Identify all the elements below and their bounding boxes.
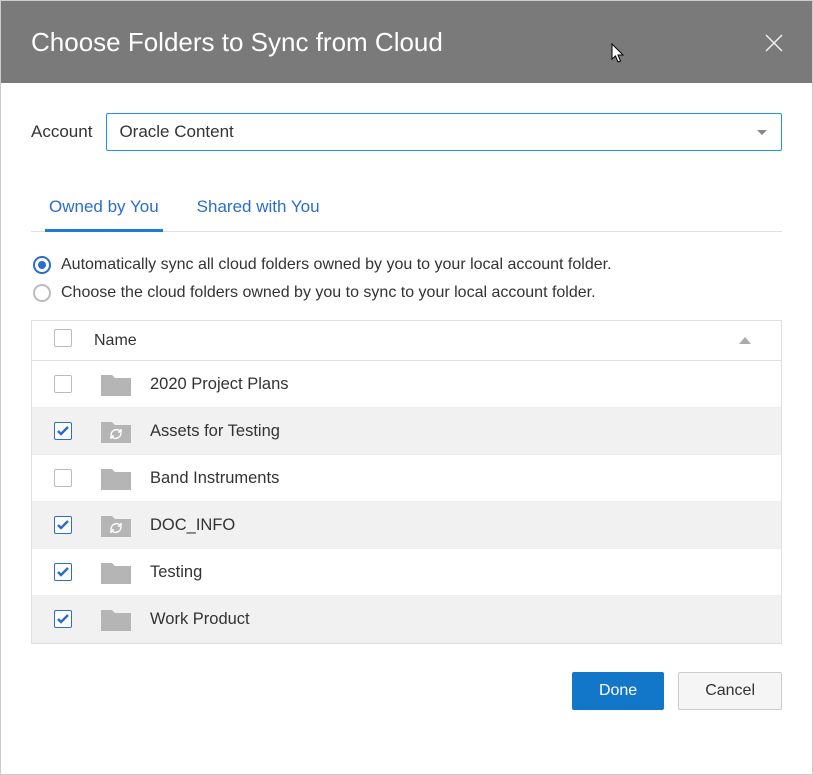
dialog-buttons: Done Cancel bbox=[31, 672, 782, 710]
sync-option-0[interactable]: Automatically sync all cloud folders own… bbox=[33, 256, 782, 274]
radio-label: Automatically sync all cloud folders own… bbox=[61, 256, 612, 274]
table-row[interactable]: Work Product bbox=[32, 596, 781, 643]
account-select-value: Oracle Content bbox=[119, 122, 233, 141]
folder-name: Assets for Testing bbox=[150, 422, 759, 441]
close-icon bbox=[764, 33, 784, 53]
account-row: Account Oracle Content bbox=[31, 113, 782, 151]
sync-folder-icon bbox=[100, 418, 132, 444]
table-row[interactable]: Assets for Testing bbox=[32, 408, 781, 455]
titlebar: Choose Folders to Sync from Cloud bbox=[1, 1, 812, 83]
folder-icon bbox=[100, 465, 132, 491]
cursor-icon bbox=[611, 43, 627, 65]
table-row[interactable]: Band Instruments bbox=[32, 455, 781, 502]
radio-icon bbox=[33, 284, 51, 302]
folder-name: Testing bbox=[150, 563, 759, 582]
row-checkbox[interactable] bbox=[54, 422, 72, 440]
table-row[interactable]: DOC_INFO bbox=[32, 502, 781, 549]
sync-option-1[interactable]: Choose the cloud folders owned by you to… bbox=[33, 284, 782, 302]
cancel-button[interactable]: Cancel bbox=[678, 672, 782, 710]
table-header: Name bbox=[32, 321, 781, 361]
row-checkbox[interactable] bbox=[54, 610, 72, 628]
row-checkbox[interactable] bbox=[54, 516, 72, 534]
sync-options: Automatically sync all cloud folders own… bbox=[31, 256, 782, 302]
done-button[interactable]: Done bbox=[572, 672, 664, 710]
sync-folder-icon bbox=[100, 512, 132, 538]
folder-icon bbox=[100, 606, 132, 632]
radio-icon bbox=[33, 256, 51, 274]
account-label: Account bbox=[31, 122, 92, 142]
folder-icon bbox=[100, 371, 132, 397]
sort-asc-icon[interactable] bbox=[739, 337, 751, 344]
folder-name: DOC_INFO bbox=[150, 516, 759, 535]
table-row[interactable]: 2020 Project Plans bbox=[32, 361, 781, 408]
radio-label: Choose the cloud folders owned by you to… bbox=[61, 284, 596, 302]
row-checkbox[interactable] bbox=[54, 563, 72, 581]
close-button[interactable] bbox=[760, 29, 788, 57]
dialog-title: Choose Folders to Sync from Cloud bbox=[31, 27, 443, 58]
folder-table: Name 2020 Project Plans Assets for Testin… bbox=[31, 320, 782, 644]
folder-icon bbox=[100, 559, 132, 585]
folder-name: 2020 Project Plans bbox=[150, 375, 759, 394]
tab-bar: Owned by You Shared with You bbox=[31, 187, 782, 232]
table-row[interactable]: Testing bbox=[32, 549, 781, 596]
column-header-name[interactable]: Name bbox=[94, 332, 137, 350]
row-checkbox[interactable] bbox=[54, 375, 72, 393]
dialog-content: Account Oracle Content Owned by You Share… bbox=[1, 83, 812, 740]
select-all-checkbox[interactable] bbox=[54, 329, 72, 347]
folder-name: Band Instruments bbox=[150, 469, 759, 488]
folder-name: Work Product bbox=[150, 610, 759, 629]
tab-owned-by-you[interactable]: Owned by You bbox=[45, 187, 163, 232]
account-select[interactable]: Oracle Content bbox=[106, 113, 782, 151]
row-checkbox[interactable] bbox=[54, 469, 72, 487]
tab-shared-with-you[interactable]: Shared with You bbox=[193, 187, 324, 232]
